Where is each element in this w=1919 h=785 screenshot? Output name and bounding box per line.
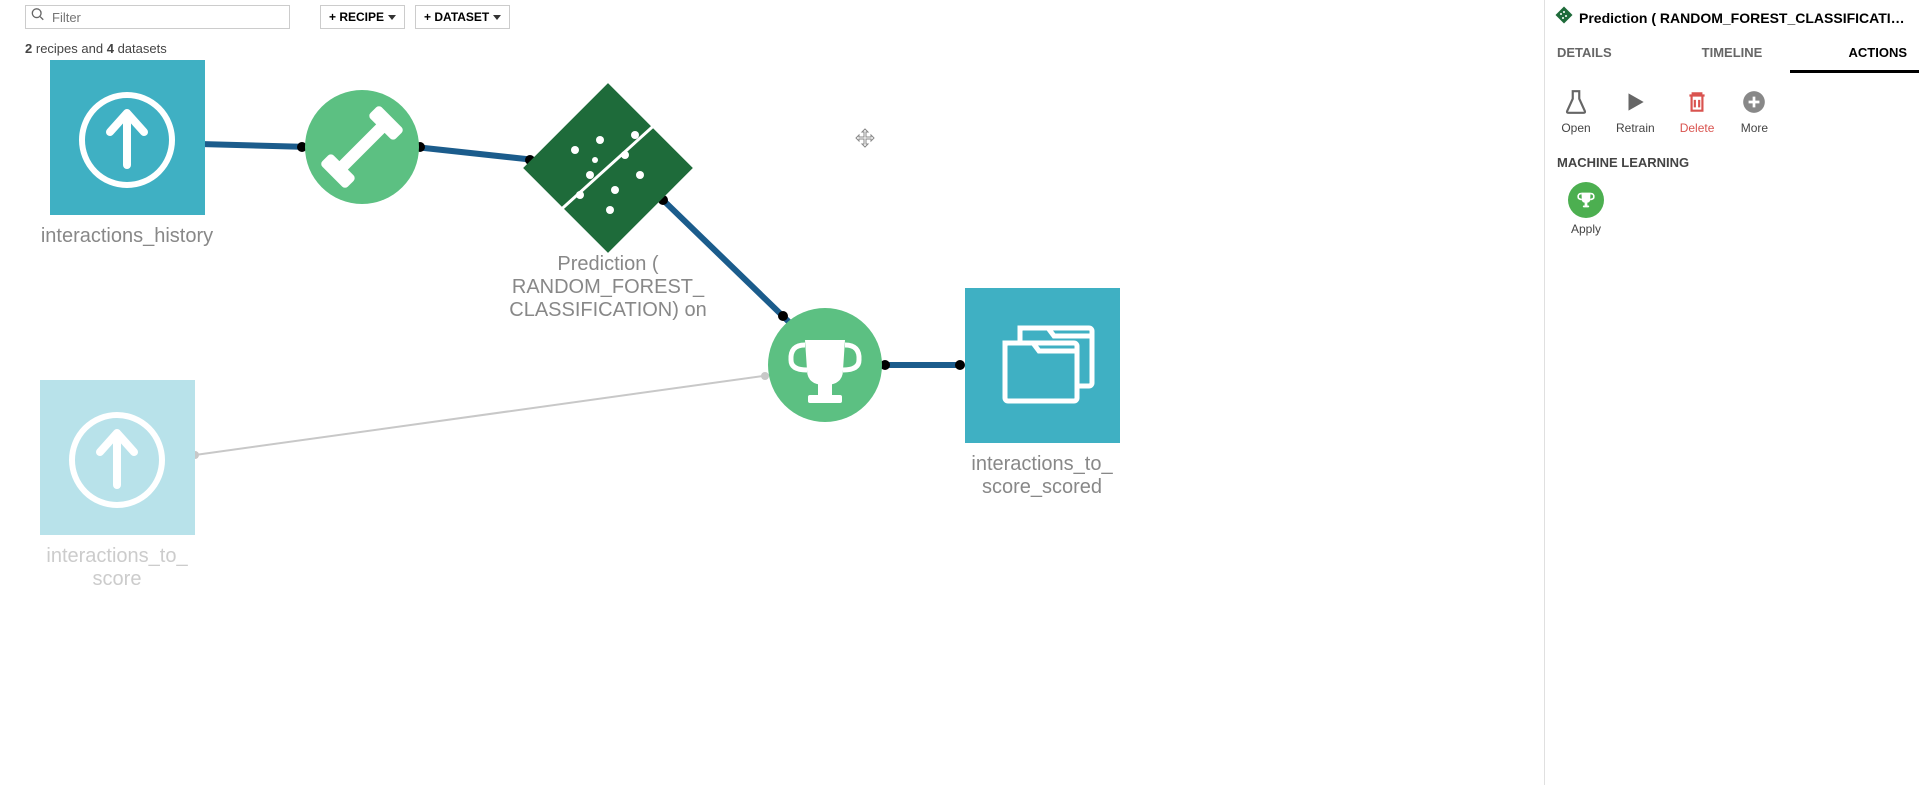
open-action[interactable]: Open xyxy=(1561,87,1591,135)
dataset-interactions-history[interactable] xyxy=(50,60,205,215)
delete-label: Delete xyxy=(1680,121,1715,135)
flask-icon xyxy=(1561,87,1591,117)
model-icon xyxy=(1555,6,1573,29)
model-prediction[interactable] xyxy=(523,83,693,253)
plus-circle-icon xyxy=(1739,87,1769,117)
node-label: interactions_to_ score_scored xyxy=(942,453,1142,499)
apply-label: Apply xyxy=(1571,222,1601,236)
tab-actions[interactable]: ACTIONS xyxy=(1790,35,1919,73)
tab-timeline[interactable]: TIMELINE xyxy=(1674,35,1791,73)
more-label: More xyxy=(1741,121,1768,135)
open-label: Open xyxy=(1561,121,1590,135)
recipe-score[interactable] xyxy=(768,308,882,422)
side-panel: Prediction ( RANDOM_FOREST_CLASSIFICATIO… xyxy=(1544,0,1919,785)
node-label: Prediction ( RANDOM_FOREST_ CLASSIFICATI… xyxy=(508,253,708,322)
retrain-label: Retrain xyxy=(1616,121,1655,135)
trophy-icon xyxy=(1568,182,1604,218)
retrain-action[interactable]: Retrain xyxy=(1616,87,1655,135)
move-cursor-icon xyxy=(855,128,875,153)
apply-action[interactable]: Apply xyxy=(1561,182,1611,236)
play-icon xyxy=(1620,87,1650,117)
dataset-interactions-to-score[interactable] xyxy=(40,380,195,535)
node-label: interactions_history xyxy=(27,225,227,248)
delete-action[interactable]: Delete xyxy=(1680,87,1715,135)
panel-title: Prediction ( RANDOM_FOREST_CLASSIFICATIO… xyxy=(1579,10,1909,26)
more-action[interactable]: More xyxy=(1739,87,1769,135)
recipe-train[interactable] xyxy=(305,90,419,204)
flow-canvas[interactable]: interactions_history Prediction ( RANDOM… xyxy=(0,0,1544,785)
ml-section-header: MACHINE LEARNING xyxy=(1545,141,1919,176)
tab-details[interactable]: DETAILS xyxy=(1545,35,1674,73)
node-label: interactions_to_ score xyxy=(17,545,217,591)
flow-graph xyxy=(0,0,1544,785)
trash-icon xyxy=(1682,87,1712,117)
dataset-interactions-to-score-scored[interactable] xyxy=(965,288,1120,443)
